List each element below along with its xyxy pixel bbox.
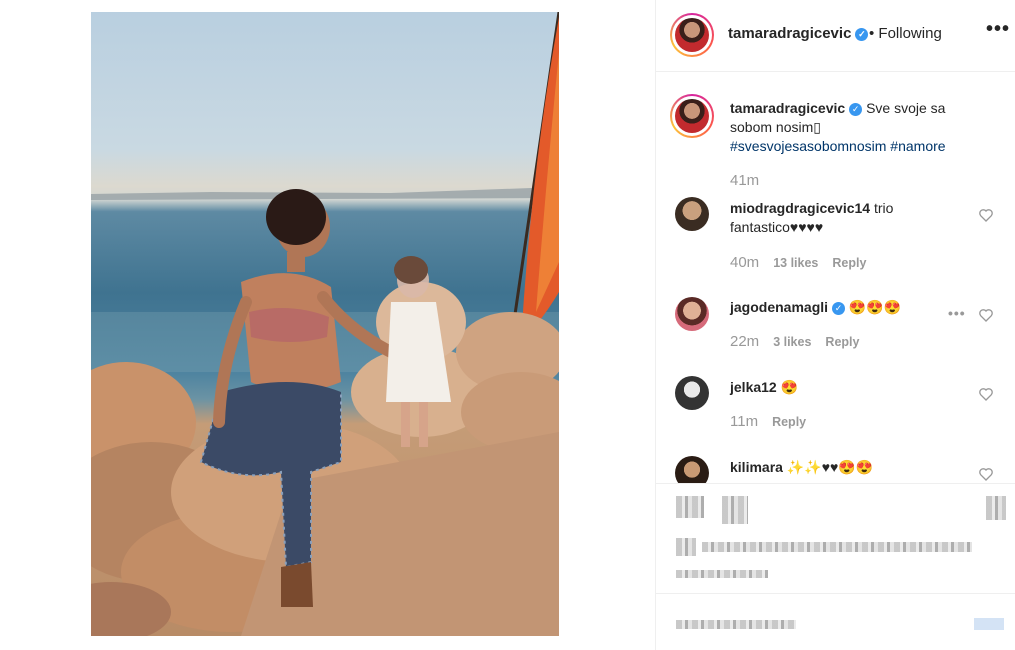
comment-button-pixelated[interactable]	[722, 496, 748, 524]
comment: miodragdragicevic14 trio fantastico♥♥♥♥	[730, 199, 970, 237]
instagram-post-modal: tamaradragicevic ✓ • Following ••• tamara…	[0, 0, 1015, 650]
reply-button[interactable]: Reply	[825, 335, 859, 349]
verified-badge-icon: ✓	[855, 28, 869, 41]
comment-text-line2: fantastico♥♥♥♥	[730, 219, 824, 235]
comment-text: 😍😍😍	[848, 299, 902, 315]
comment: jagodenamagli ✓ 😍😍😍	[730, 298, 950, 317]
heart-icon[interactable]	[978, 466, 994, 482]
liked-by-text-pixelated	[702, 542, 972, 552]
hashtag-link[interactable]: #svesvojesasobomnosim	[730, 138, 886, 154]
comment-username[interactable]: jagodenamagli	[730, 299, 828, 315]
comment-text: ✨✨♥♥😍😍	[786, 459, 874, 475]
follow-status[interactable]: • Following	[869, 25, 942, 42]
comment-username[interactable]: kilimara	[730, 459, 783, 475]
comment-meta: 22m 3 likes Reply	[730, 333, 859, 350]
comment-time[interactable]: 22m	[730, 333, 759, 350]
comment-text-line1: trio	[873, 200, 894, 216]
like-button-pixelated[interactable]	[676, 496, 704, 518]
comment-options-icon[interactable]: •••	[948, 305, 966, 321]
liked-by-avatar-pixelated	[676, 538, 696, 556]
caption: tamaradragicevic ✓ Sve svoje sa sobom nos…	[730, 99, 1000, 156]
comment-time[interactable]: 11m	[730, 413, 758, 430]
comment-time[interactable]: 40m	[730, 254, 759, 271]
comment-meta: 11m Reply	[730, 413, 806, 430]
heart-icon[interactable]	[978, 207, 994, 223]
caption-username[interactable]: tamaradragicevic	[730, 100, 845, 116]
post-details-panel: tamaradragicevic ✓ • Following ••• tamara…	[655, 0, 1015, 650]
author-username[interactable]: tamaradragicevic	[728, 25, 851, 42]
comment-input-pixelated[interactable]	[676, 620, 796, 629]
author-avatar-ring[interactable]	[670, 13, 714, 57]
heart-icon[interactable]	[978, 386, 994, 402]
post-photo[interactable]	[91, 12, 559, 636]
photo-area	[0, 0, 655, 650]
comment: kilimara ✨✨♥♥😍😍	[730, 458, 950, 477]
commenter-avatar[interactable]	[675, 197, 709, 231]
add-comment-section	[656, 593, 1015, 650]
comment-likes[interactable]: 3 likes	[773, 335, 811, 349]
more-options-icon[interactable]: •••	[986, 18, 1010, 41]
post-date-pixelated	[676, 570, 768, 578]
post-header: tamaradragicevic ✓ • Following •••	[656, 0, 1015, 72]
save-button-pixelated[interactable]	[986, 496, 1006, 520]
commenter-avatar[interactable]	[675, 376, 709, 410]
author-username-row: tamaradragicevic ✓	[728, 25, 869, 42]
comment: jelka12 😍	[730, 378, 950, 397]
caption-time[interactable]: 41m	[730, 172, 759, 189]
reply-button[interactable]: Reply	[832, 256, 866, 270]
author-avatar[interactable]	[675, 18, 709, 52]
post-button-pixelated[interactable]	[974, 618, 1004, 630]
comments-list[interactable]: tamaradragicevic ✓ Sve svoje sa sobom nos…	[656, 73, 1015, 483]
comment-username[interactable]: miodragdragicevic14	[730, 200, 870, 216]
caption-text-line2: sobom nosim▯	[730, 119, 821, 135]
comment-meta: 40m 13 likes Reply	[730, 254, 866, 271]
caption-avatar-ring[interactable]	[670, 94, 714, 138]
beach-scene-image	[91, 12, 559, 636]
comment-likes[interactable]: 13 likes	[773, 256, 818, 270]
caption-text-line1: Sve svoje sa	[866, 100, 946, 116]
comment-text: 😍	[780, 379, 799, 395]
hashtag-link[interactable]: #namore	[890, 138, 945, 154]
verified-badge-icon: ✓	[832, 302, 846, 315]
heart-icon[interactable]	[978, 307, 994, 323]
commenter-avatar[interactable]	[675, 297, 709, 331]
post-actions-section	[656, 483, 1015, 593]
verified-badge-icon: ✓	[849, 103, 863, 116]
caption-avatar[interactable]	[675, 99, 709, 133]
caption-meta: 41m	[730, 172, 759, 189]
comment-username[interactable]: jelka12	[730, 379, 777, 395]
commenter-avatar[interactable]	[675, 456, 709, 483]
reply-button[interactable]: Reply	[772, 415, 806, 429]
